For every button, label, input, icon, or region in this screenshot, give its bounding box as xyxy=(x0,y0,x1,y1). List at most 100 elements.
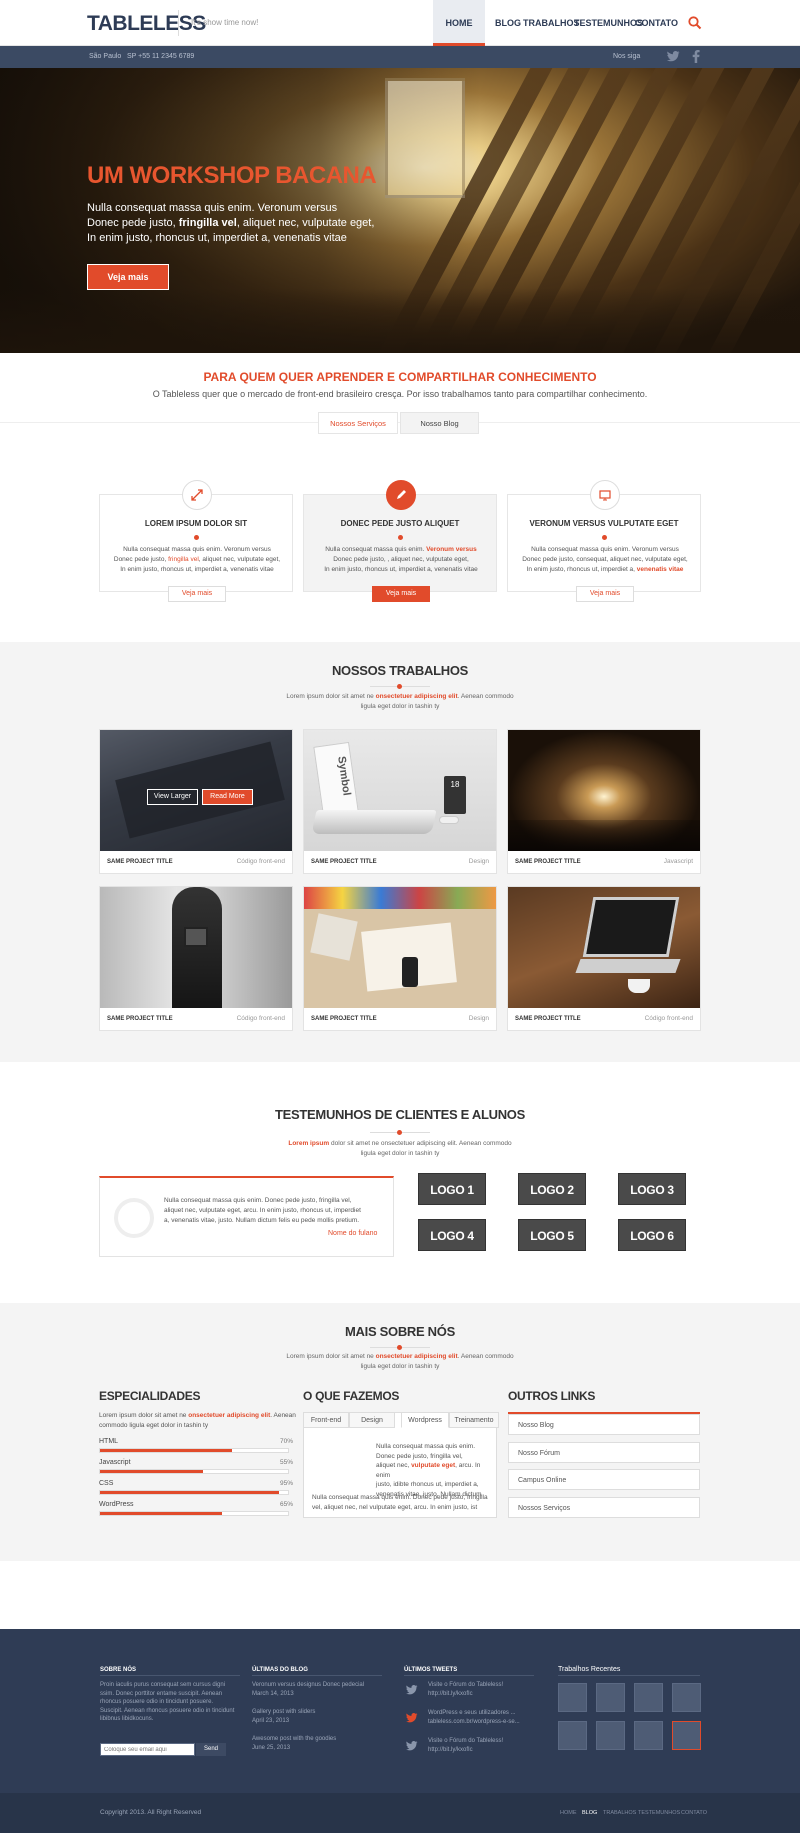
client-logo[interactable]: LOGO 5 xyxy=(518,1219,586,1251)
tab-front-end[interactable]: Front-end xyxy=(303,1412,349,1428)
city-text: São Paulo xyxy=(89,53,122,60)
facebook-icon[interactable] xyxy=(692,50,700,63)
copyright-text: Copyright 2013. All Right Reserved xyxy=(100,1809,202,1816)
blog-post[interactable]: Gallery post with sliders April 23, 2013 xyxy=(252,1708,315,1725)
nav-testemunhos[interactable]: TESTEMUNHOS xyxy=(574,0,643,46)
testimonial-author: Nome do fulano xyxy=(328,1230,378,1237)
newsletter-send-button[interactable]: Send xyxy=(196,1743,226,1756)
skill-row: WordPress 65% xyxy=(99,1501,293,1521)
service-more-button[interactable]: Veja mais xyxy=(168,586,226,602)
twitter-icon xyxy=(406,1713,418,1723)
footer-bottom-bar: Copyright 2013. All Right Reserved HOME … xyxy=(0,1793,800,1833)
link-nossos-servicos[interactable]: Nossos Serviços xyxy=(508,1497,700,1518)
divider xyxy=(404,1675,534,1676)
nav-trabalhos[interactable]: TRABALHOS xyxy=(523,0,580,46)
link-nosso-blog[interactable]: Nosso Blog xyxy=(508,1414,700,1435)
testimonials-subtitle: Lorem ipsum dolor sit amet ne onsectetue… xyxy=(288,1140,512,1157)
skill-bar xyxy=(99,1490,289,1495)
recent-work-thumb[interactable] xyxy=(672,1721,701,1750)
divider xyxy=(100,1675,240,1676)
link-nosso-forum[interactable]: Nosso Fórum xyxy=(508,1442,700,1463)
accent-dot xyxy=(194,535,199,540)
nav-contato[interactable]: CONTATO xyxy=(635,0,678,46)
specialties-title: ESPECIALIDADES xyxy=(99,1389,201,1403)
tweet[interactable]: Visite o Fórum do Tableless! http://bit.l… xyxy=(428,1681,503,1698)
footer-nav-blog[interactable]: BLOG xyxy=(582,1810,597,1816)
search-icon[interactable] xyxy=(687,15,703,31)
client-logo[interactable]: LOGO 6 xyxy=(618,1219,686,1251)
recent-work-thumb[interactable] xyxy=(672,1683,701,1712)
portfolio-card[interactable]: SAME PROJECT TITLE Design xyxy=(303,886,497,1031)
newsletter-email-input[interactable] xyxy=(100,1743,195,1756)
hero-text-line-2: Donec pede justo, fringilla vel, aliquet… xyxy=(87,217,375,229)
twitter-icon[interactable] xyxy=(667,51,680,62)
service-box: VERONUM VERSUS VULPUTATE EGET Nulla cons… xyxy=(507,480,701,602)
service-more-button[interactable]: Veja mais xyxy=(576,586,634,602)
footer-nav-testemunhos[interactable]: TESTEMUNHOS xyxy=(638,1810,680,1816)
service-text: Nulla consequat massa quis enim. Veronum… xyxy=(113,546,281,573)
project-category: Javascript xyxy=(663,858,693,865)
tab-wordpress[interactable]: Wordpress xyxy=(401,1412,449,1428)
intro-title: PARA QUEM QUER APRENDER E COMPARTILHAR C… xyxy=(203,370,597,384)
footer-nav-contato[interactable]: CONTATO xyxy=(681,1810,707,1816)
tweet[interactable]: WordPress e seus utilizadores ... tablele… xyxy=(428,1709,520,1726)
services-tabs-title: O QUE FAZEMOS xyxy=(303,1389,400,1403)
service-more-button[interactable]: Veja mais xyxy=(372,586,430,602)
tweet[interactable]: Visite o Fórum do Tableless! http://bit.l… xyxy=(428,1737,503,1754)
project-category: Código front-end xyxy=(236,1015,285,1022)
site-header: TABLELESS It's show time now! HOME BLOG … xyxy=(0,0,800,46)
project-title: SAME PROJECT TITLE xyxy=(515,1016,581,1022)
accent-dot xyxy=(398,535,403,540)
skill-name: CSS xyxy=(99,1480,114,1487)
nav-blog[interactable]: BLOG xyxy=(495,0,521,46)
skill-percent: 55% xyxy=(279,1459,293,1466)
recent-work-thumb[interactable] xyxy=(558,1683,587,1712)
read-more-button[interactable]: Read More xyxy=(202,789,253,805)
recent-work-thumb[interactable] xyxy=(634,1721,663,1750)
specialties-text: Lorem ipsum dolor sit amet ne onsectetue… xyxy=(99,1412,296,1429)
nav-home[interactable]: HOME xyxy=(433,0,485,46)
recent-work-thumb[interactable] xyxy=(596,1683,625,1712)
recent-work-thumb[interactable] xyxy=(558,1721,587,1750)
footer-nav-home[interactable]: HOME xyxy=(560,1810,577,1816)
client-logo[interactable]: LOGO 1 xyxy=(418,1173,486,1205)
tab-content-text: Nulla consequat massa quis enim. Donec pe… xyxy=(376,1443,482,1498)
testimonial-quote: Nulla consequat massa quis enim. Donec p… xyxy=(164,1197,361,1224)
about-subtitle: Lorem ipsum dolor sit amet ne onsectetue… xyxy=(286,1353,514,1370)
footer-tweets-title: Últimos Tweets xyxy=(404,1667,458,1673)
monitor-icon xyxy=(590,480,620,510)
services-tabs-panel: Front-end Design Wordpress Treinamento N… xyxy=(303,1412,499,1518)
project-category: Código front-end xyxy=(236,858,285,865)
divider xyxy=(558,1675,700,1676)
project-title: SAME PROJECT TITLE xyxy=(107,859,173,865)
service-box: DONEC PEDE JUSTO ALIQUET Nulla consequat… xyxy=(303,480,497,602)
portfolio-card[interactable]: SAME PROJECT TITLE Código front-end xyxy=(99,886,293,1031)
project-title: SAME PROJECT TITLE xyxy=(515,859,581,865)
link-campus-online[interactable]: Campus Online xyxy=(508,1469,700,1490)
client-logo[interactable]: LOGO 2 xyxy=(518,1173,586,1205)
other-links-title: OUTROS LINKS xyxy=(508,1389,596,1403)
footer-nav-trabalhos[interactable]: TRABALHOS xyxy=(603,1810,636,1816)
portfolio-card[interactable]: View Larger Read More SAME PROJECT TITLE… xyxy=(99,729,293,874)
portfolio-card[interactable]: SAME PROJECT TITLE Código front-end xyxy=(507,886,701,1031)
hero-cta-button[interactable]: Veja mais xyxy=(87,264,169,290)
service-text: Nulla consequat massa quis enim. Veronum… xyxy=(522,546,688,573)
portfolio-card[interactable]: SAME PROJECT TITLE Javascript xyxy=(507,729,701,874)
tab-nossos-servicos[interactable]: Nossos Serviços xyxy=(318,412,398,434)
recent-work-thumb[interactable] xyxy=(596,1721,625,1750)
skill-bar xyxy=(99,1448,289,1453)
view-larger-button[interactable]: View Larger xyxy=(147,789,198,805)
client-logo[interactable]: LOGO 4 xyxy=(418,1219,486,1251)
tab-treinamento[interactable]: Treinamento xyxy=(449,1412,499,1428)
project-category: Design xyxy=(468,858,489,865)
portfolio-card[interactable]: Symbol 18 SAME PROJECT TITLE Design xyxy=(303,729,497,874)
skill-bar-fill xyxy=(100,1470,204,1473)
accent-dot xyxy=(397,1345,402,1350)
recent-work-thumb[interactable] xyxy=(634,1683,663,1712)
pencil-icon xyxy=(386,480,416,510)
client-logo[interactable]: LOGO 3 xyxy=(618,1173,686,1205)
blog-post[interactable]: Veronum versus designus Donec pedecial Ma… xyxy=(252,1681,364,1698)
tab-nosso-blog[interactable]: Nosso Blog xyxy=(400,412,479,434)
tab-design[interactable]: Design xyxy=(349,1412,395,1428)
blog-post[interactable]: Awesome post with the goodies June 25, 20… xyxy=(252,1735,336,1752)
